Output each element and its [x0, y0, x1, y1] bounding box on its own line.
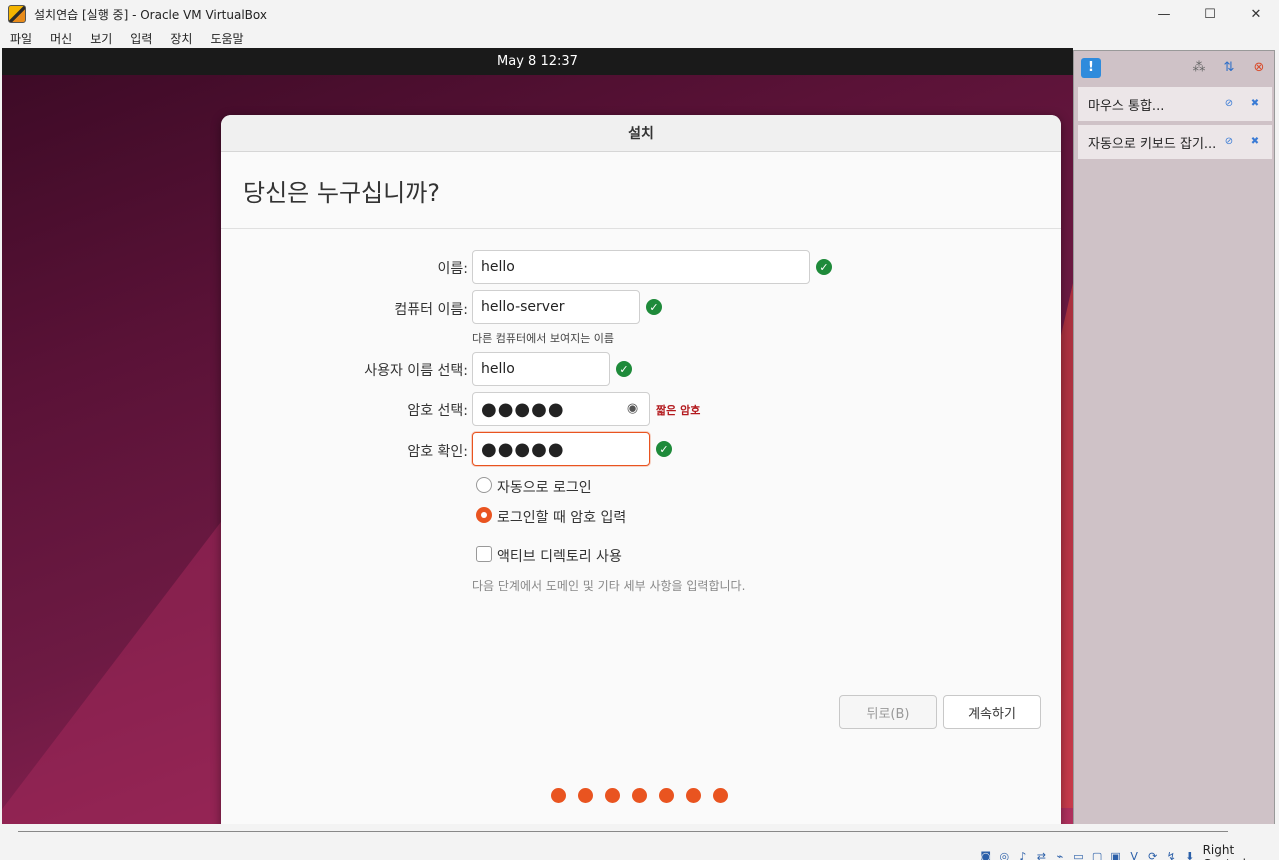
username-input[interactable]: hello [472, 352, 610, 386]
usb-icon[interactable]: ⌁ [1052, 849, 1068, 860]
menu-machine[interactable]: 머신 [42, 30, 80, 47]
display-icon[interactable]: ▢ [1089, 849, 1105, 860]
confirm-password-input[interactable]: ●●●●● [472, 432, 650, 466]
maximize-button[interactable]: ☐ [1187, 0, 1233, 28]
progress-dot [578, 788, 593, 803]
computer-name-valid-check-icon: ✓ [646, 299, 662, 315]
name-input[interactable]: hello [472, 250, 810, 284]
name-label: 이름: [437, 261, 468, 277]
password-value: ●●●●● [481, 398, 565, 420]
audio-icon[interactable]: ♪ [1015, 849, 1031, 860]
notification-mouse-integration[interactable]: 마우스 통합... ⊘ ✖ [1078, 87, 1272, 121]
menu-view[interactable]: 보기 [82, 30, 120, 47]
back-button[interactable]: 뒤로(B) [839, 695, 937, 729]
computer-name-input[interactable]: hello-server [472, 290, 640, 324]
username-valid-check-icon: ✓ [616, 361, 632, 377]
window-controls: — ☐ ✕ [1141, 0, 1279, 28]
notification-center-icon[interactable]: ! [1081, 58, 1101, 78]
confirm-password-valid-check-icon: ✓ [656, 441, 672, 457]
guest-additions-icon[interactable]: ⟳ [1145, 849, 1161, 860]
virtualbox-icon [8, 5, 26, 23]
suppress-icon[interactable]: ⊘ [1222, 97, 1236, 111]
optical-drive-icon[interactable]: ◎ [997, 849, 1013, 860]
show-password-eye-icon[interactable]: ◉ [625, 402, 641, 416]
progress-dot [659, 788, 674, 803]
confirm-password-label: 암호 확인: [407, 444, 468, 460]
installer-dialog: 설치 당신은 누구십니까? 이름: hello ✓ 컴퓨터 이름: hello-… [221, 115, 1061, 824]
name-valid-check-icon: ✓ [816, 259, 832, 275]
computer-name-label: 컴퓨터 이름: [394, 302, 468, 318]
notification-toolbar: ! ⁂ ⇅ ⊗ [1074, 51, 1274, 83]
menu-devices[interactable]: 장치 [162, 30, 200, 47]
menu-input[interactable]: 입력 [122, 30, 160, 47]
installer-progress-dots [551, 788, 740, 803]
active-directory-checkbox[interactable] [476, 546, 492, 562]
close-notification-icon[interactable]: ✖ [1248, 97, 1262, 111]
window-titlebar: 설치연습 [실행 중] - Oracle VM VirtualBox — ☐ ✕ [0, 0, 1279, 28]
auto-login-label[interactable]: 자동으로 로그인 [497, 477, 592, 497]
menubar: 파일 머신 보기 입력 장치 도움말 [0, 28, 1279, 48]
password-strength-label: 짧은 암호 [656, 404, 701, 417]
progress-dot [632, 788, 647, 803]
guest-top-bar: May 8 12:37 [2, 48, 1073, 75]
host-key-label: Right Control [1202, 843, 1246, 860]
require-password-label[interactable]: 로그인할 때 암호 입력 [497, 507, 626, 527]
recording-icon[interactable]: ▣ [1108, 849, 1124, 860]
progress-dot [605, 788, 620, 803]
vm-screen[interactable]: May 8 12:37 설치 당신은 누구십니까? 이름: hello ✓ 컴퓨… [2, 48, 1073, 824]
vm-status-bar: ◙ ◎ ♪ ⇄ ⌁ ▭ ▢ ▣ V ⟳ ↯ ⬇ Right Control [0, 824, 1279, 860]
status-icons: ◙ ◎ ♪ ⇄ ⌁ ▭ ▢ ▣ V ⟳ ↯ ⬇ Right Control [978, 843, 1279, 860]
continue-button[interactable]: 계속하기 [943, 695, 1041, 729]
close-notification-icon[interactable]: ✖ [1248, 135, 1262, 149]
guest-clock[interactable]: May 8 12:37 [497, 54, 578, 69]
notification-label: 마우스 통합... [1088, 98, 1165, 114]
progress-dot [713, 788, 728, 803]
hard-disk-icon[interactable]: ◙ [978, 849, 994, 860]
computer-name-hint: 다른 컴퓨터에서 보여지는 이름 [472, 332, 615, 345]
require-password-radio[interactable] [476, 507, 492, 523]
network-icon: ⁂ [1192, 60, 1206, 75]
close-button[interactable]: ✕ [1233, 0, 1279, 28]
suppress-icon[interactable]: ⊘ [1222, 135, 1236, 149]
dismiss-all-icon[interactable]: ⊗ [1250, 59, 1268, 77]
minimize-button[interactable]: — [1141, 0, 1187, 28]
notification-label: 자동으로 키보드 잡기... [1088, 136, 1217, 152]
sort-icon[interactable]: ⇅ [1220, 59, 1238, 77]
password-input[interactable]: ●●●●● ◉ [472, 392, 650, 426]
mouse-integration-icon[interactable]: ↯ [1163, 849, 1179, 860]
vt-x-icon[interactable]: V [1126, 849, 1142, 860]
password-label: 암호 선택: [407, 403, 468, 419]
network-adapter-icon[interactable]: ⇄ [1034, 849, 1050, 860]
shared-folder-icon[interactable]: ▭ [1071, 849, 1087, 860]
window-title: 설치연습 [실행 중] - Oracle VM VirtualBox [34, 7, 267, 22]
dialog-title: 설치 [221, 115, 1061, 152]
progress-dot [551, 788, 566, 803]
menu-file[interactable]: 파일 [2, 30, 40, 47]
menu-help[interactable]: 도움말 [202, 30, 251, 47]
keyboard-capture-icon[interactable]: ⬇ [1182, 849, 1198, 860]
progress-dot [686, 788, 701, 803]
status-divider [18, 831, 1228, 832]
page-heading: 당신은 누구십니까? [221, 152, 1061, 229]
notification-center: ! ⁂ ⇅ ⊗ 마우스 통합... ⊘ ✖ 자동으로 키보드 잡기... ⊘ ✖ [1073, 50, 1275, 838]
active-directory-note: 다음 단계에서 도메인 및 기타 세부 사항을 입력합니다. [472, 579, 746, 593]
username-label: 사용자 이름 선택: [364, 363, 468, 379]
active-directory-label[interactable]: 액티브 디렉토리 사용 [497, 546, 622, 566]
auto-login-radio[interactable] [476, 477, 492, 493]
notification-keyboard-capture[interactable]: 자동으로 키보드 잡기... ⊘ ✖ [1078, 125, 1272, 159]
